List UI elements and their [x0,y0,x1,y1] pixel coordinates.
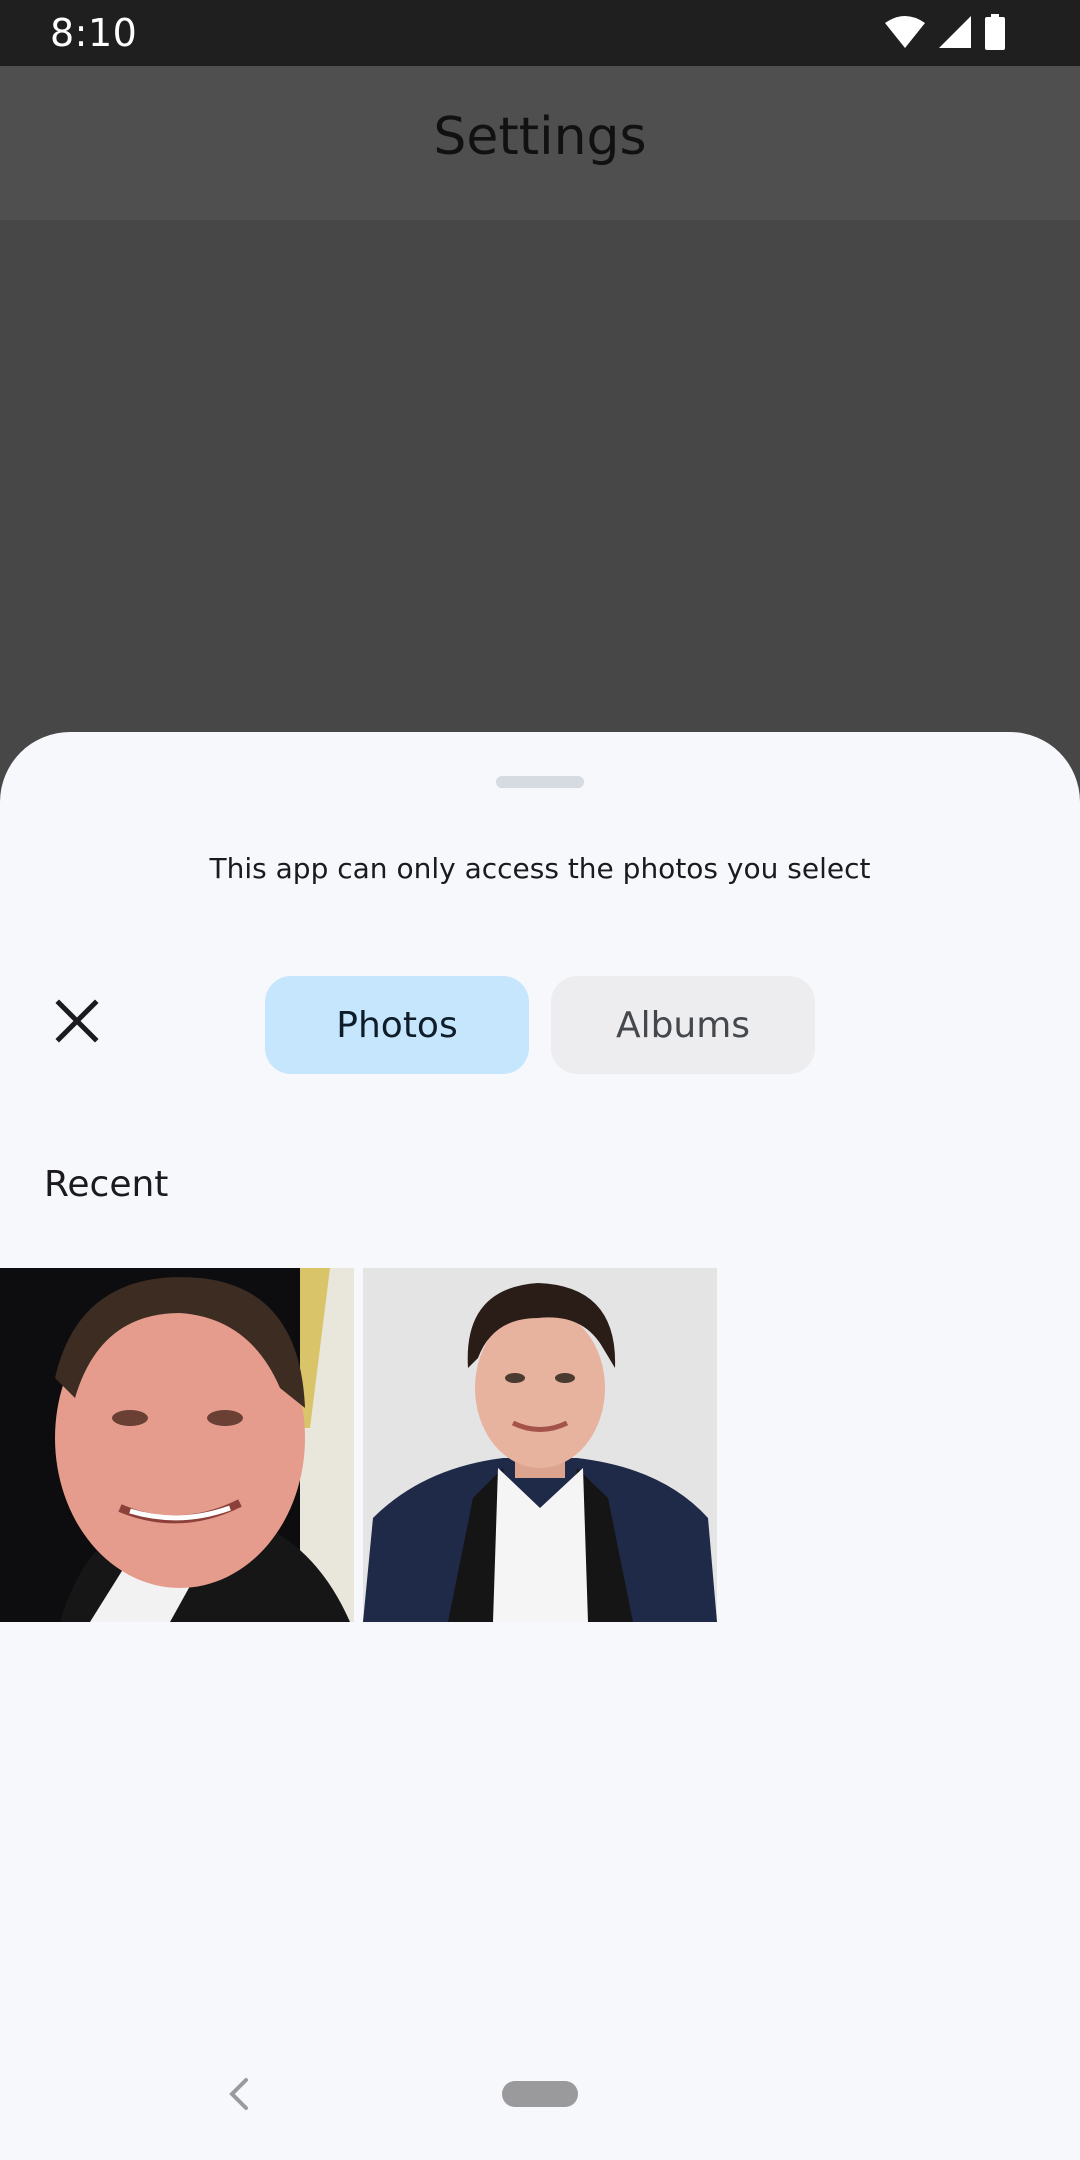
section-title-recent: Recent [44,1164,169,1205]
drag-handle[interactable] [496,776,584,788]
picker-message: This app can only access the photos you … [209,852,871,885]
screen: 8:10 Settings This app can only access t… [0,0,1080,2160]
battery-icon [984,14,1006,54]
photo-picker-sheet: This app can only access the photos you … [0,732,1080,2160]
photo-thumbnail-1[interactable] [0,1268,354,1622]
status-time: 8:10 [50,11,138,55]
status-icons [884,14,1006,54]
wifi-icon [884,15,926,53]
close-button[interactable] [44,990,110,1056]
portrait-photo-2 [363,1268,717,1622]
tab-photos-label: Photos [336,1004,458,1046]
home-pill-icon[interactable] [502,2081,578,2107]
tab-albums[interactable]: Albums [551,976,815,1074]
page-title: Settings [433,107,647,167]
close-icon [55,999,99,1047]
app-bar: Settings [0,66,1080,220]
tab-photos[interactable]: Photos [265,976,529,1074]
status-bar: 8:10 [0,0,1080,66]
photo-thumbnail-2[interactable] [363,1268,717,1622]
back-chevron-icon[interactable] [224,2076,254,2112]
portrait-photo-1 [0,1268,354,1622]
signal-icon [938,15,972,53]
tab-albums-label: Albums [615,1004,751,1046]
